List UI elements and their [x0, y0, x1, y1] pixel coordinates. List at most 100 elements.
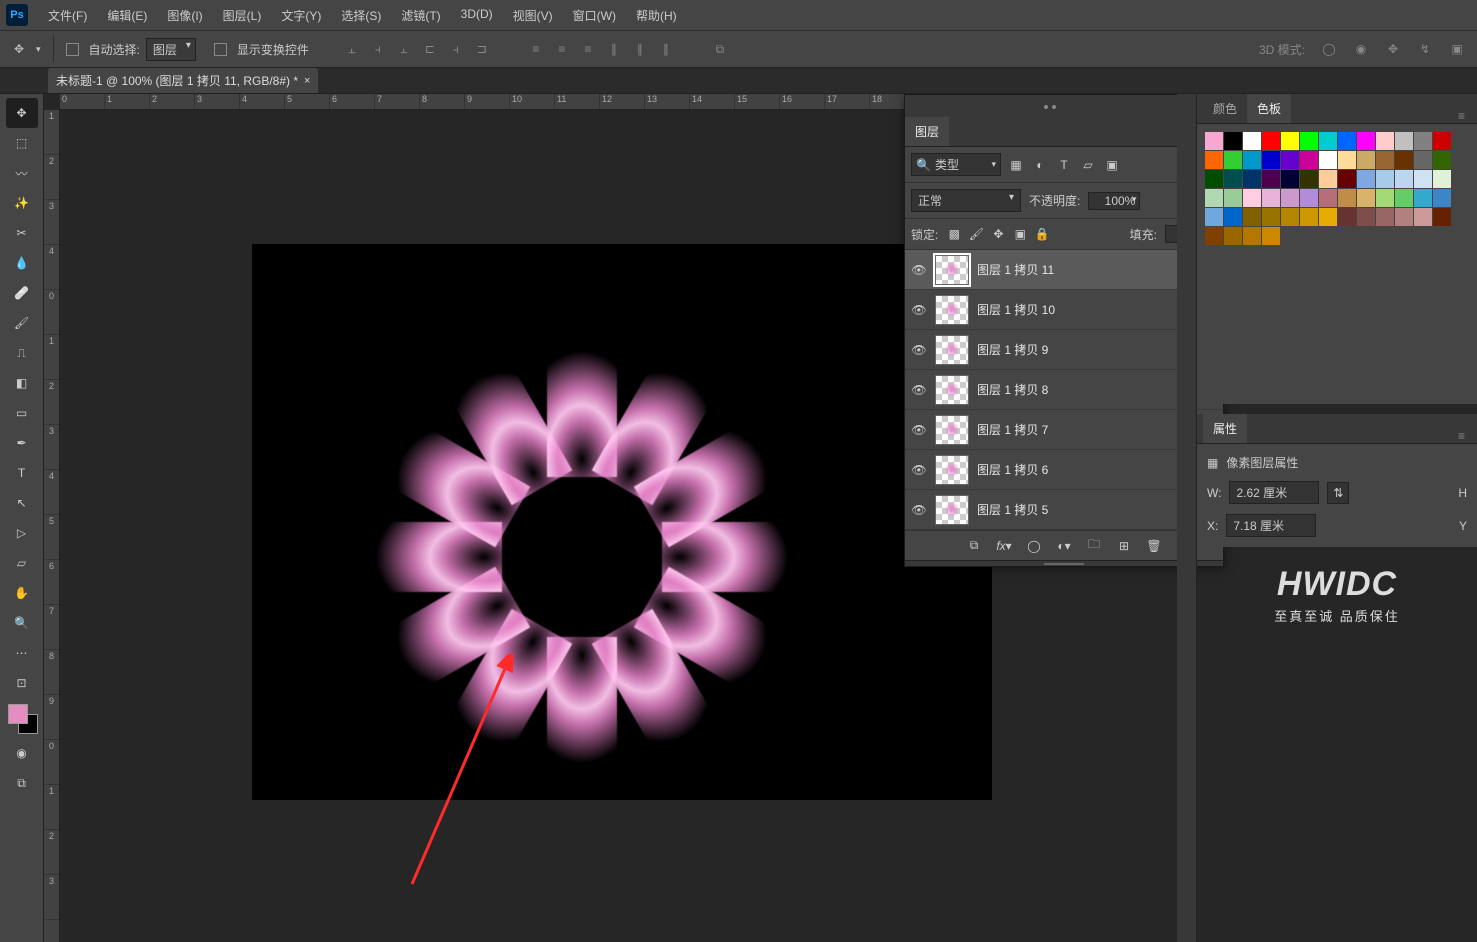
- edit-toolbar[interactable]: ⊡: [6, 668, 38, 698]
- layer-thumbnail[interactable]: [935, 295, 969, 325]
- more-tools[interactable]: ⋯: [6, 638, 38, 668]
- swatch[interactable]: [1395, 189, 1413, 207]
- menu-文件(F)[interactable]: 文件(F): [38, 7, 97, 24]
- menu-编辑(E)[interactable]: 编辑(E): [97, 7, 157, 24]
- text-tool[interactable]: T: [6, 458, 38, 488]
- filter-smart-icon[interactable]: ▣: [1103, 156, 1121, 174]
- visibility-icon[interactable]: 👁: [911, 263, 927, 277]
- swatch[interactable]: [1224, 151, 1242, 169]
- layer-row[interactable]: 👁图层 1 拷贝 9: [905, 330, 1223, 370]
- swatch[interactable]: [1319, 208, 1337, 226]
- blend-mode-select[interactable]: 正常: [911, 189, 1021, 212]
- align-right-icon[interactable]: ⊐: [471, 38, 493, 60]
- menu-滤镜(T)[interactable]: 滤镜(T): [391, 7, 450, 24]
- layer-row[interactable]: 👁图层 1 拷贝 7: [905, 410, 1223, 450]
- dock-collapse-strip[interactable]: [1177, 94, 1197, 942]
- menu-选择(S)[interactable]: 选择(S): [331, 7, 391, 24]
- layer-row[interactable]: 👁图层 1 拷贝 11: [905, 250, 1223, 290]
- swatch[interactable]: [1205, 170, 1223, 188]
- adjustment-icon[interactable]: ◐▾: [1056, 538, 1072, 554]
- dist-vmid-icon[interactable]: ≡: [551, 38, 573, 60]
- swatch[interactable]: [1338, 170, 1356, 188]
- swatch[interactable]: [1243, 151, 1261, 169]
- layer-filter-type[interactable]: 🔍类型▾: [911, 153, 1001, 176]
- pen-tool[interactable]: ✒: [6, 428, 38, 458]
- group-icon[interactable]: 🗀: [1086, 538, 1102, 554]
- healing-tool[interactable]: 🩹: [6, 278, 38, 308]
- swatch[interactable]: [1319, 170, 1337, 188]
- canvas[interactable]: [252, 244, 992, 800]
- swatch[interactable]: [1376, 151, 1394, 169]
- swatch[interactable]: [1262, 132, 1280, 150]
- marquee-tool[interactable]: ⬚: [6, 128, 38, 158]
- swatch[interactable]: [1300, 170, 1318, 188]
- dist-top-icon[interactable]: ≡: [525, 38, 547, 60]
- swatch[interactable]: [1319, 189, 1337, 207]
- align-top-icon[interactable]: ⫠: [341, 38, 363, 60]
- swatch[interactable]: [1433, 132, 1451, 150]
- layer-row[interactable]: 👁图层 1 拷贝 8: [905, 370, 1223, 410]
- link-layers-icon[interactable]: ⧉: [966, 538, 982, 554]
- color-swatches[interactable]: [6, 704, 38, 738]
- eyedropper-tool[interactable]: 💧: [6, 248, 38, 278]
- layer-thumbnail[interactable]: [935, 255, 969, 285]
- pan-icon[interactable]: ✥: [1381, 37, 1405, 61]
- swatch[interactable]: [1414, 208, 1432, 226]
- lock-transparency-icon[interactable]: ▩: [946, 226, 962, 242]
- tab-layers[interactable]: 图层: [905, 117, 949, 146]
- link-wh-icon[interactable]: ⇅: [1327, 482, 1349, 504]
- menu-帮助(H)[interactable]: 帮助(H): [626, 7, 687, 24]
- swatch[interactable]: [1338, 132, 1356, 150]
- visibility-icon[interactable]: 👁: [911, 303, 927, 317]
- lock-pixels-icon[interactable]: 🖌: [968, 226, 984, 242]
- visibility-icon[interactable]: 👁: [911, 463, 927, 477]
- foreground-color[interactable]: [8, 704, 28, 724]
- lasso-tool[interactable]: 〰: [6, 158, 38, 188]
- swatch[interactable]: [1224, 208, 1242, 226]
- swatch[interactable]: [1281, 132, 1299, 150]
- magic-wand-tool[interactable]: ✨: [6, 188, 38, 218]
- menu-图层(L)[interactable]: 图层(L): [213, 7, 272, 24]
- swatch[interactable]: [1338, 208, 1356, 226]
- swatch[interactable]: [1338, 189, 1356, 207]
- panel-resize-handle[interactable]: [905, 560, 1223, 566]
- menu-窗口(W)[interactable]: 窗口(W): [563, 7, 626, 24]
- swatch[interactable]: [1243, 189, 1261, 207]
- swatch[interactable]: [1319, 132, 1337, 150]
- swatch[interactable]: [1205, 151, 1223, 169]
- swatch[interactable]: [1433, 151, 1451, 169]
- auto-select-scope-select[interactable]: 图层: [146, 38, 196, 61]
- auto-align-icon[interactable]: ⧉: [709, 38, 731, 60]
- tab-properties[interactable]: 属性: [1203, 414, 1247, 443]
- swatch[interactable]: [1376, 170, 1394, 188]
- width-input[interactable]: 2.62 厘米: [1229, 481, 1319, 504]
- opacity-input[interactable]: 100%: [1088, 192, 1140, 210]
- lock-position-icon[interactable]: ✥: [990, 226, 1006, 242]
- slide-icon[interactable]: ↯: [1413, 37, 1437, 61]
- brush-tool[interactable]: 🖌: [6, 308, 38, 338]
- layer-thumbnail[interactable]: [935, 415, 969, 445]
- swatch[interactable]: [1205, 208, 1223, 226]
- swatch[interactable]: [1281, 170, 1299, 188]
- document-tab[interactable]: 未标题-1 @ 100% (图层 1 拷贝 11, RGB/8#) * ×: [48, 68, 318, 93]
- visibility-icon[interactable]: 👁: [911, 423, 927, 437]
- visibility-icon[interactable]: 👁: [911, 503, 927, 517]
- swatch[interactable]: [1395, 151, 1413, 169]
- swatch[interactable]: [1376, 189, 1394, 207]
- layer-row[interactable]: 👁图层 1 拷贝 5: [905, 490, 1223, 530]
- align-vmid-icon[interactable]: ⫞: [367, 38, 389, 60]
- swatch[interactable]: [1243, 132, 1261, 150]
- swatch[interactable]: [1300, 151, 1318, 169]
- swatch[interactable]: [1224, 227, 1242, 245]
- swatch[interactable]: [1243, 170, 1261, 188]
- screen-mode-icon[interactable]: ⧉: [6, 768, 38, 798]
- layer-thumbnail[interactable]: [935, 375, 969, 405]
- swatch[interactable]: [1338, 151, 1356, 169]
- swatch[interactable]: [1224, 132, 1242, 150]
- swatch[interactable]: [1357, 170, 1375, 188]
- stamp-tool[interactable]: ⎍: [6, 338, 38, 368]
- swatch[interactable]: [1300, 208, 1318, 226]
- path-select-tool[interactable]: ↖: [6, 488, 38, 518]
- lock-all-icon[interactable]: 🔒: [1034, 226, 1050, 242]
- swatch[interactable]: [1395, 208, 1413, 226]
